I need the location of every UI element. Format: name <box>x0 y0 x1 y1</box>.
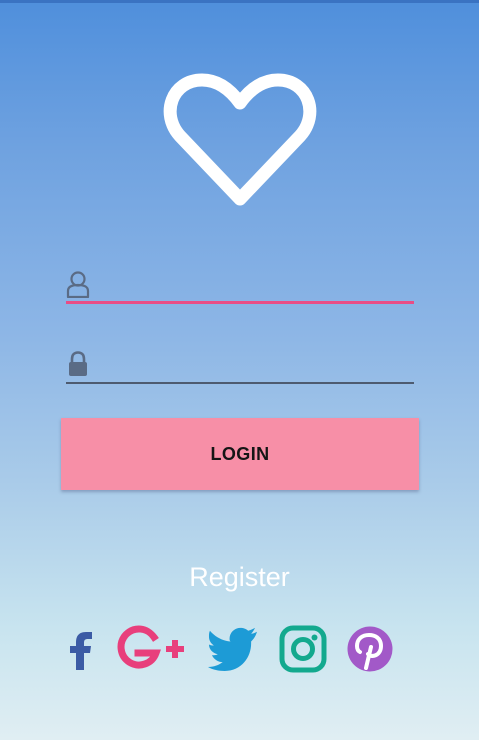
facebook-icon[interactable] <box>66 624 96 674</box>
login-button[interactable]: LOGIN <box>61 418 419 490</box>
password-field[interactable] <box>66 348 414 384</box>
twitter-icon[interactable] <box>207 624 259 674</box>
user-icon <box>66 271 90 298</box>
google-plus-icon[interactable] <box>116 624 188 674</box>
instagram-icon[interactable] <box>279 624 327 674</box>
password-input[interactable] <box>100 350 410 378</box>
username-field[interactable] <box>66 268 414 304</box>
pinterest-icon[interactable] <box>346 624 394 674</box>
username-underline <box>66 301 414 304</box>
status-bar-edge <box>0 0 479 3</box>
lock-icon <box>69 351 87 376</box>
register-link[interactable]: Register <box>0 562 479 593</box>
password-underline <box>66 382 414 384</box>
heart-logo-icon <box>163 73 317 206</box>
username-input[interactable] <box>100 270 410 298</box>
